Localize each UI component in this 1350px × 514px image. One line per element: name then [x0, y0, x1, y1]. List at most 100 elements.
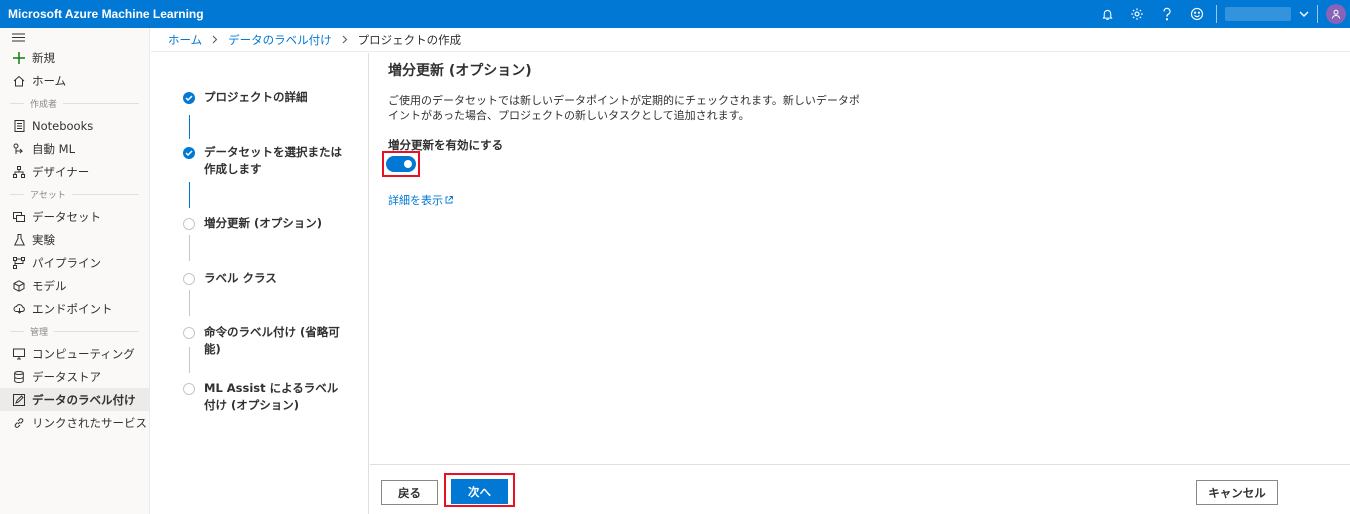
description: ご使用のデータセットでは新しいデータポイントが定期的にチェックされます。新しいデ…	[388, 94, 860, 122]
dataset-icon	[12, 210, 26, 224]
step-label: プロジェクトの詳細	[204, 90, 308, 104]
section-author: 作成者	[0, 92, 149, 114]
step-circle-icon	[183, 327, 195, 339]
sidebar-item-datasets[interactable]: データセット	[0, 205, 149, 228]
sidebar-item-label: パイプライン	[32, 255, 101, 270]
wizard-steps: プロジェクトの詳細 データセットを選択または作成します 増分更新 (オプション)…	[151, 53, 369, 514]
sidebar-item-label: 実験	[32, 232, 55, 247]
sidebar-item-automl[interactable]: 自動 ML	[0, 137, 149, 160]
sidebar-item-models[interactable]: モデル	[0, 274, 149, 297]
cloud-icon	[12, 302, 26, 316]
sidebar-item-home[interactable]: ホーム	[0, 69, 149, 92]
cancel-button[interactable]: キャンセル	[1196, 480, 1278, 505]
toggle-knob	[404, 160, 412, 168]
breadcrumb-current: プロジェクトの作成	[357, 32, 462, 47]
sidebar-item-label: リンクされたサービス	[32, 415, 147, 430]
sidebar-item-labeling[interactable]: データのラベル付け	[0, 388, 149, 411]
breadcrumb-home[interactable]: ホーム	[168, 32, 202, 48]
step-label: 増分更新 (オプション)	[204, 216, 323, 230]
divider	[1317, 5, 1318, 23]
home-icon	[12, 74, 26, 88]
sidebar-item-label: ホーム	[32, 73, 67, 88]
sidebar-item-label: モデル	[32, 278, 67, 293]
link-text: 詳細を表示	[388, 194, 443, 207]
step-labeling-instructions[interactable]: 命令のラベル付け (省略可能)	[183, 325, 344, 358]
sidebar-item-endpoints[interactable]: エンドポイント	[0, 297, 149, 320]
section-assets: アセット	[0, 183, 149, 205]
step-ml-assist[interactable]: ML Assist によるラベル付け (オプション)	[183, 381, 342, 414]
chevron-right-icon	[342, 35, 348, 44]
avatar[interactable]	[1326, 4, 1346, 24]
database-icon	[12, 370, 26, 384]
sidebar-item-designer[interactable]: デザイナー	[0, 160, 149, 183]
notebook-icon	[12, 119, 26, 133]
sidebar-item-label: Notebooks	[32, 118, 94, 133]
flask-icon	[12, 233, 26, 247]
breadcrumb: ホーム データのラベル付け プロジェクトの作成	[151, 28, 1350, 52]
sidebar-item-label: エンドポイント	[32, 301, 113, 316]
sidebar-item-label: コンピューティング	[32, 346, 135, 361]
help-icon[interactable]	[1152, 0, 1182, 28]
sidebar-item-linked-services[interactable]: リンクされたサービス	[0, 411, 149, 434]
step-circle-icon	[183, 273, 195, 285]
sidebar-item-label: デザイナー	[32, 164, 90, 179]
page-title: 増分更新 (オプション)	[388, 63, 532, 79]
link-icon	[12, 416, 26, 430]
step-circle-icon	[183, 383, 195, 395]
incremental-refresh-toggle[interactable]	[386, 156, 416, 172]
sidebar-item-compute[interactable]: コンピューティング	[0, 342, 149, 365]
step-circle-icon	[183, 218, 195, 230]
chevron-right-icon	[212, 35, 218, 44]
breadcrumb-labeling[interactable]: データのラベル付け	[228, 32, 332, 48]
edit-icon	[12, 393, 26, 407]
sidebar-item-notebooks[interactable]: Notebooks	[0, 114, 149, 137]
divider	[1216, 5, 1217, 23]
plus-icon	[12, 51, 26, 65]
chevron-down-icon[interactable]	[1295, 0, 1313, 28]
main-content: 増分更新 (オプション) ご使用のデータセットでは新しいデータポイントが定期的に…	[370, 53, 1350, 463]
step-label-classes[interactable]: ラベル クラス	[183, 271, 344, 287]
step-connector	[189, 115, 190, 139]
step-label: データセットを選択または作成します	[204, 145, 342, 176]
step-select-dataset[interactable]: データセットを選択または作成します	[183, 145, 346, 178]
bell-icon[interactable]	[1092, 0, 1122, 28]
footer: 戻る 次へ キャンセル	[370, 464, 1350, 514]
sidebar: 新規 ホーム 作成者 Notebooks 自動 ML デザイナー アセット デー…	[0, 28, 150, 514]
designer-icon	[12, 165, 26, 179]
step-label: 命令のラベル付け (省略可能)	[204, 325, 340, 356]
section-manage: 管理	[0, 320, 149, 342]
highlight-box: 次へ	[444, 473, 515, 507]
sidebar-item-pipelines[interactable]: パイプライン	[0, 251, 149, 274]
pipeline-icon	[12, 256, 26, 270]
gear-icon[interactable]	[1122, 0, 1152, 28]
smiley-icon[interactable]	[1182, 0, 1212, 28]
cube-icon	[12, 279, 26, 293]
step-project-details[interactable]: プロジェクトの詳細	[183, 90, 344, 106]
step-connector	[189, 182, 190, 208]
sidebar-item-label: 新規	[32, 50, 55, 65]
step-connector	[189, 235, 190, 261]
sidebar-item-experiments[interactable]: 実験	[0, 228, 149, 251]
learn-more-link[interactable]: 詳細を表示	[388, 192, 453, 208]
hamburger-icon[interactable]	[0, 28, 149, 46]
sidebar-item-label: データのラベル付け	[32, 392, 136, 407]
back-button[interactable]: 戻る	[381, 480, 438, 505]
sidebar-item-new[interactable]: 新規	[0, 46, 149, 69]
external-link-icon	[445, 196, 453, 204]
top-bar: Microsoft Azure Machine Learning	[0, 0, 1350, 28]
app-title[interactable]: Microsoft Azure Machine Learning	[0, 7, 1092, 21]
next-button[interactable]: 次へ	[451, 479, 508, 504]
sidebar-item-label: データストア	[32, 369, 101, 384]
automl-icon	[12, 142, 26, 156]
check-icon	[183, 147, 195, 159]
account-name[interactable]	[1225, 7, 1291, 21]
step-incremental-refresh[interactable]: 増分更新 (オプション)	[183, 216, 344, 232]
monitor-icon	[12, 347, 26, 361]
step-label: ラベル クラス	[204, 271, 277, 285]
check-icon	[183, 92, 195, 104]
sidebar-item-datastores[interactable]: データストア	[0, 365, 149, 388]
step-label: ML Assist によるラベル付け (オプション)	[204, 381, 339, 412]
step-connector	[189, 290, 190, 316]
sidebar-item-label: データセット	[32, 209, 101, 224]
sidebar-item-label: 自動 ML	[32, 141, 75, 156]
